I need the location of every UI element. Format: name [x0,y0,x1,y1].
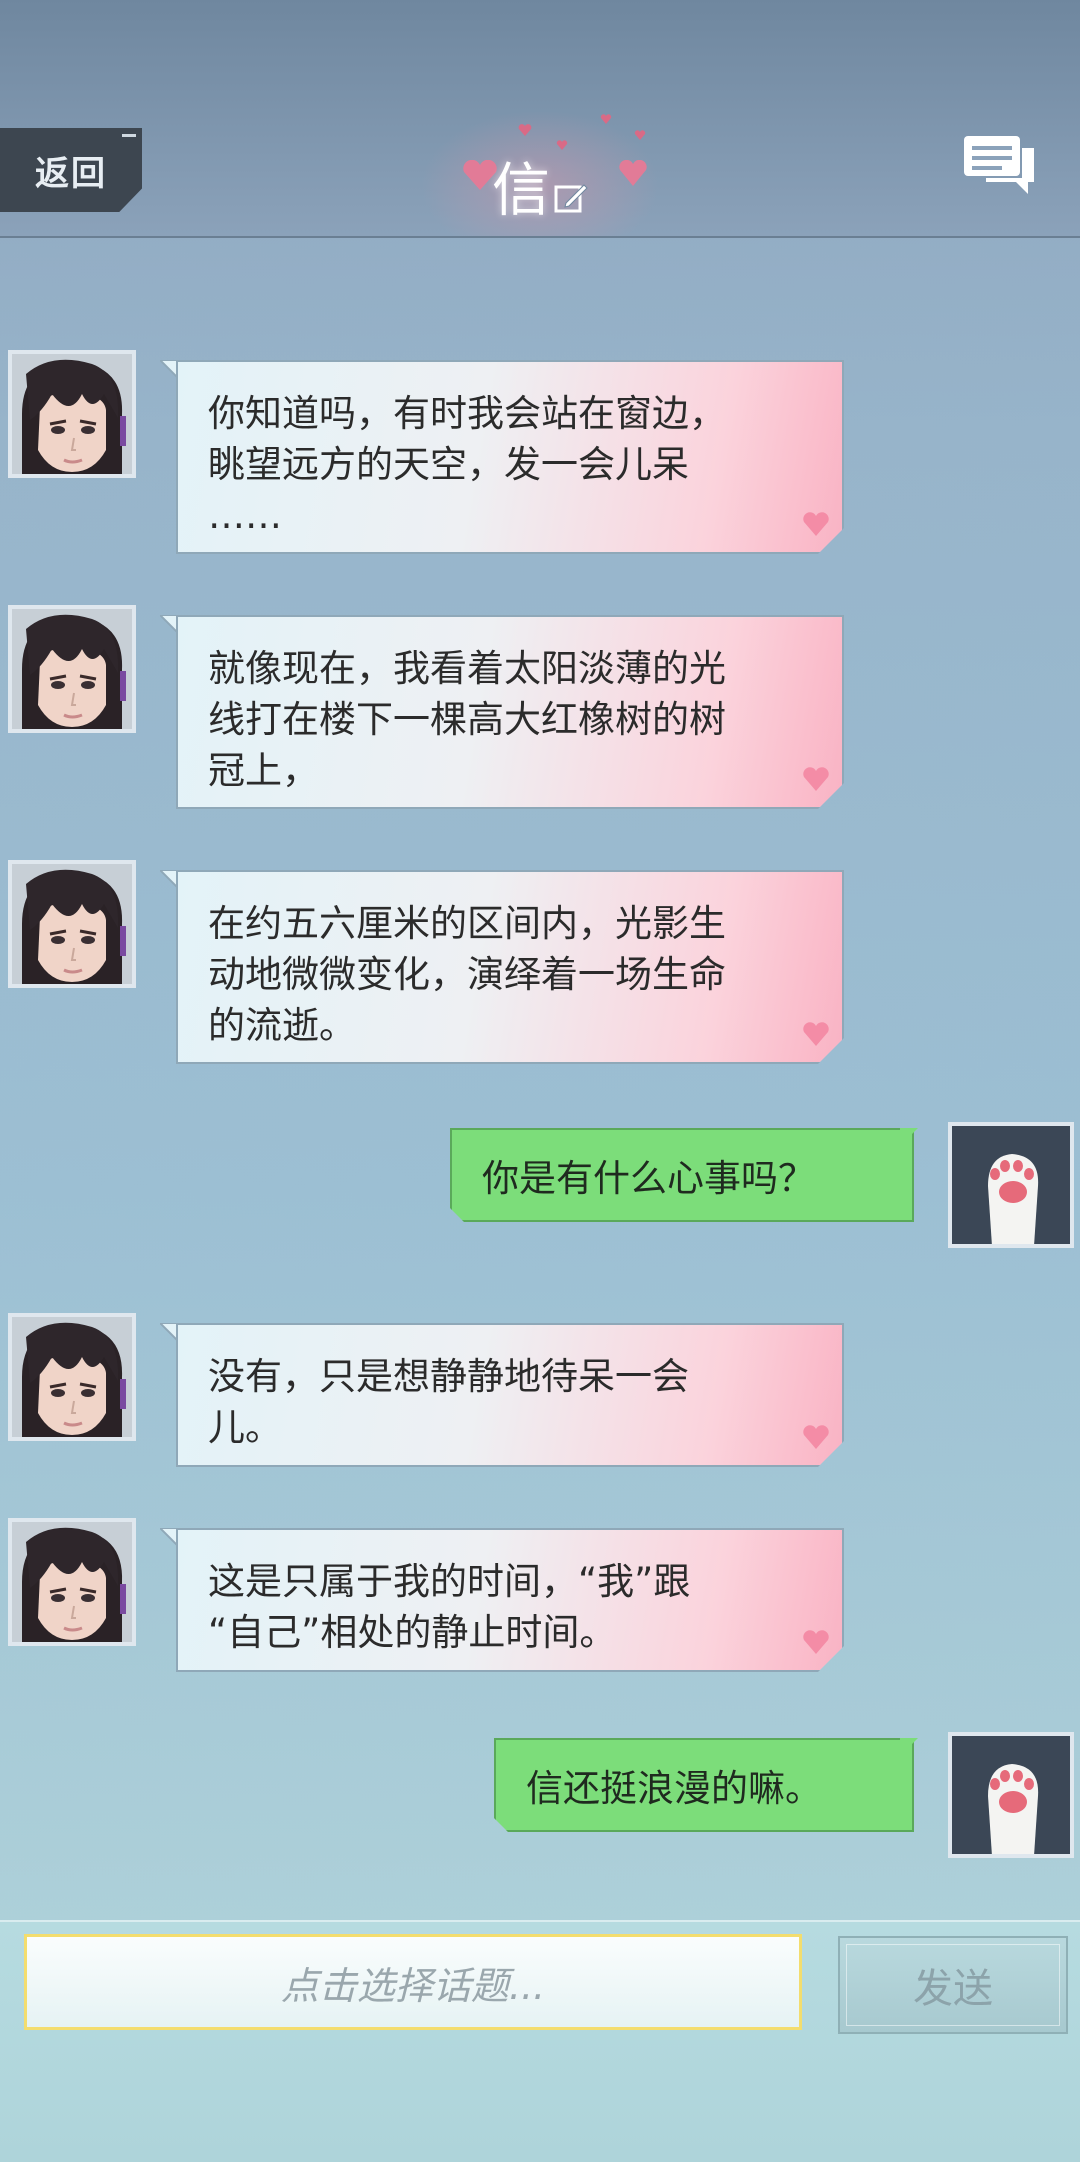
heart-icon [518,124,532,136]
message-text: 你知道吗，有时我会站在窗边， 眺望远方的天空，发一会儿呆 …… [208,392,726,537]
heart-icon [600,114,612,124]
back-button[interactable]: 返回 [0,128,142,212]
man-portrait-avatar [12,1522,132,1642]
contact-avatar[interactable] [8,1518,136,1646]
message-text: 你是有什么心事吗？ [482,1157,815,1200]
contact-avatar[interactable] [8,1313,136,1441]
man-portrait-avatar [12,1317,132,1437]
message-text: 这是只属于我的时间，“我”跟 “自己”相处的静止时间。 [208,1560,691,1654]
send-label: 发送 [913,1966,993,2012]
contact-avatar[interactable] [8,605,136,733]
heart-icon [802,1020,830,1048]
message-text: 没有，只是想静静地待呆一会 儿。 [208,1355,689,1449]
incoming-message-bubble: 就像现在，我看着太阳淡薄的光 线打在楼下一棵高大红橡树的树 冠上， [176,615,844,809]
page-title: 信 [491,156,550,224]
cat-paw-avatar [952,1126,1070,1244]
send-button[interactable]: 发送 [838,1936,1068,2034]
message-text: 信还挺浪漫的嘛。 [526,1767,822,1810]
bubble-tail [900,1738,918,1756]
my-avatar[interactable] [948,1122,1074,1248]
heart-icon [802,510,830,538]
topic-select-input[interactable]: 点击选择话题... [24,1934,802,2030]
outgoing-message-bubble: 信还挺浪漫的嘛。 [494,1738,914,1832]
chat-bubbles-icon[interactable] [962,134,1036,196]
outgoing-message-bubble: 你是有什么心事吗？ [450,1128,914,1222]
contact-avatar[interactable] [8,350,136,478]
pencil-edit-icon[interactable] [554,181,588,215]
incoming-message-bubble: 没有，只是想静静地待呆一会 儿。 [176,1323,844,1467]
incoming-message-bubble: 这是只属于我的时间，“我”跟 “自己”相处的静止时间。 [176,1528,844,1672]
heart-icon [802,1423,830,1451]
topic-placeholder: 点击选择话题... [280,1963,546,2008]
chat-title: 信 [440,140,640,230]
heart-icon [634,130,646,140]
bubble-tail [900,1128,918,1146]
heart-icon [802,765,830,793]
contact-avatar[interactable] [8,860,136,988]
incoming-message-bubble: 你知道吗，有时我会站在窗边， 眺望远方的天空，发一会儿呆 …… [176,360,844,554]
message-text: 在约五六厘米的区间内，光影生 动地微微变化，演绎着一场生命 的流逝。 [208,902,726,1047]
cat-paw-avatar [952,1736,1070,1854]
man-portrait-avatar [12,354,132,474]
man-portrait-avatar [12,864,132,984]
message-text: 就像现在，我看着太阳淡薄的光 线打在楼下一棵高大红橡树的树 冠上， [208,647,726,792]
heart-icon [802,1628,830,1656]
my-avatar[interactable] [948,1732,1074,1858]
incoming-message-bubble: 在约五六厘米的区间内，光影生 动地微微变化，演绎着一场生命 的流逝。 [176,870,844,1064]
man-portrait-avatar [12,609,132,729]
